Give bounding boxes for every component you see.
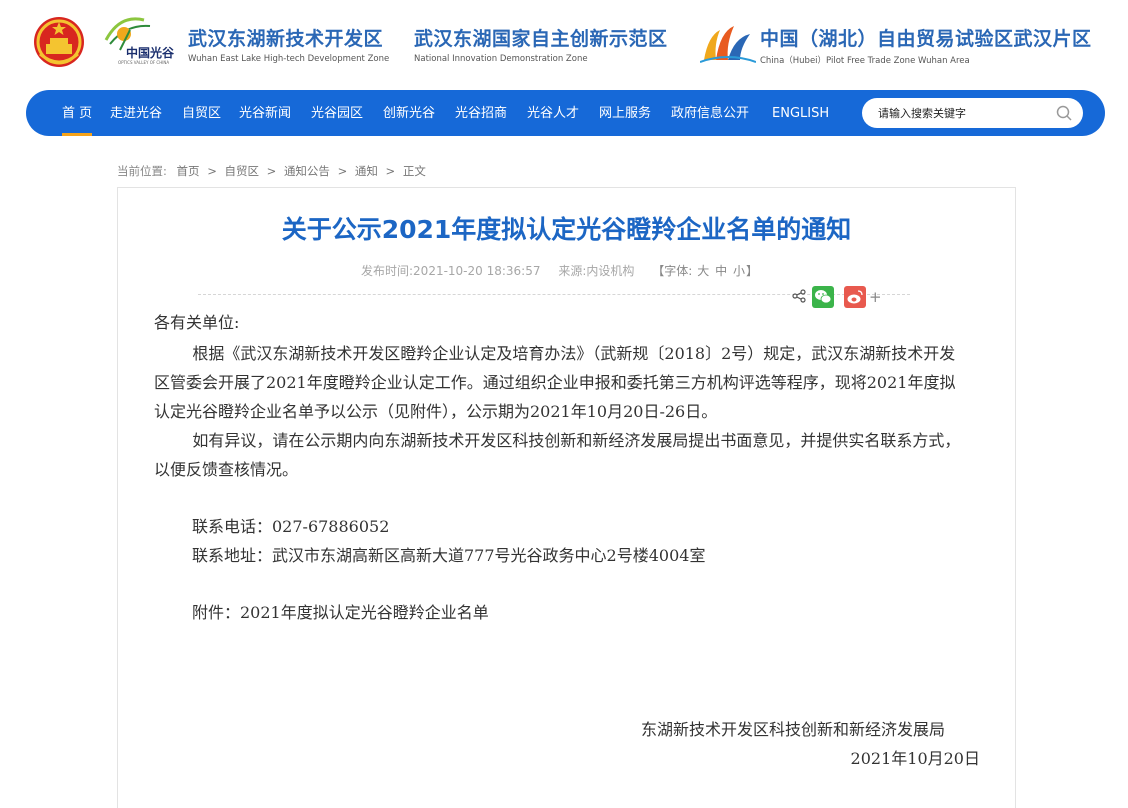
font-size-medium[interactable]: 中	[715, 264, 727, 278]
nav-item-online-service[interactable]: 网上服务	[599, 90, 651, 136]
zone-name-zh: 武汉东湖国家自主创新示范区	[414, 28, 668, 50]
body-paragraph: 根据《武汉东湖新技术开发区瞪羚企业认定及培育办法》（武新规〔2018〕2号）规定…	[154, 344, 956, 421]
wechat-share-icon[interactable]	[812, 286, 834, 308]
breadcrumb-separator: >	[207, 164, 217, 178]
breadcrumb-ftz[interactable]: 自贸区	[224, 164, 259, 178]
font-size-close: 】	[745, 264, 758, 278]
breadcrumb-separator: >	[385, 164, 396, 178]
search-icon[interactable]	[1055, 104, 1073, 122]
main-nav: 首 页 走进光谷 自贸区 光谷新闻 光谷园区 创新光谷 光谷招商 光谷人才 网上…	[26, 90, 1105, 136]
optics-valley-logo-subtext: OPTICS VALLEY OF CHINA	[118, 60, 170, 65]
nav-item-news[interactable]: 光谷新闻	[239, 90, 291, 136]
zone-name-zh: 中国（湖北）自由贸易试验区武汉片区	[760, 28, 1092, 50]
breadcrumb-notices[interactable]: 通知公告	[284, 164, 330, 178]
more-share-icon[interactable]: +	[869, 288, 882, 306]
breadcrumb-separator: >	[266, 164, 277, 178]
nav-item-english[interactable]: ENGLISH	[772, 90, 829, 136]
zone-name-zh: 武汉东湖新技术开发区	[188, 28, 384, 50]
nav-item-investment[interactable]: 光谷招商	[455, 90, 507, 136]
publish-value: 2021-10-20 18:36:57	[413, 264, 541, 278]
body-paragraph: 如有异议，请在公示期内向东湖新技术开发区科技创新和新经济发展局提出书面意见，并提…	[154, 431, 961, 479]
zone-name-en: Wuhan East Lake High-tech Development Zo…	[188, 54, 390, 64]
zone-pilot-free-trade: 中国（湖北）自由贸易试验区武汉片区 China（Hubei）Pilot Free…	[760, 24, 1092, 66]
nav-item-about[interactable]: 走进光谷	[110, 90, 162, 136]
zone-east-lake: 武汉东湖新技术开发区 Wuhan East Lake High-tech Dev…	[188, 24, 389, 64]
breadcrumb-separator: >	[337, 164, 348, 178]
publish-label: 发布时间:	[361, 264, 414, 278]
search-input[interactable]	[878, 98, 1048, 128]
article-body: 各有关单位: 根据《武汉东湖新技术开发区瞪羚企业认定及培育办法》（武新规〔201…	[154, 308, 966, 627]
breadcrumb: 当前位置: 首页 > 自贸区 > 通知公告 > 通知 > 正文	[117, 163, 426, 179]
article-meta: 发布时间:2021-10-20 18:36:57 来源:内设机构 【字体: 大 中…	[361, 262, 758, 279]
signature-org: 东湖新技术开发区科技创新和新经济发展局	[640, 720, 945, 739]
source-label: 来源:	[558, 264, 587, 278]
nav-item-parks[interactable]: 光谷园区	[311, 90, 363, 136]
font-size-small[interactable]: 小	[733, 264, 745, 278]
zone-innovation-demo: 武汉东湖国家自主创新示范区 National Innovation Demons…	[414, 24, 668, 64]
signature-date: 2021年10月20日	[850, 749, 980, 768]
nav-item-talent[interactable]: 光谷人才	[527, 90, 579, 136]
optics-valley-logo[interactable]: 中国光谷 OPTICS VALLEY OF CHINA	[100, 10, 184, 66]
contact-phone: 联系电话：027-67886052	[192, 517, 390, 536]
weibo-share-icon[interactable]	[844, 286, 866, 308]
salutation: 各有关单位:	[154, 313, 240, 332]
article-container: 关于公示2021年度拟认定光谷瞪羚企业名单的通知 发布时间:2021-10-20…	[117, 187, 1016, 808]
zone-name-en: National Innovation Demonstration Zone	[414, 54, 588, 64]
zone-name-en: China（Hubei）Pilot Free Trade Zone Wuhan …	[760, 56, 970, 66]
national-emblem-icon	[34, 17, 84, 67]
source: 来源:内设机构	[558, 264, 634, 278]
free-trade-zone-logo-icon	[700, 26, 756, 63]
nav-item-innovation[interactable]: 创新光谷	[383, 90, 435, 136]
font-size-large[interactable]: 大	[697, 264, 709, 278]
source-value: 内设机构	[586, 264, 635, 278]
optics-valley-logo-text: 中国光谷	[126, 46, 175, 60]
contact-address: 联系地址：武汉市东湖高新区高新大道777号光谷政务中心2号楼4004室	[192, 546, 706, 565]
article-title: 关于公示2021年度拟认定光谷瞪羚企业名单的通知	[281, 215, 852, 244]
breadcrumb-prefix: 当前位置:	[117, 164, 167, 178]
site-header: 中国光谷 OPTICS VALLEY OF CHINA 武汉东湖新技术开发区 W…	[0, 0, 1128, 88]
breadcrumb-notice[interactable]: 通知	[355, 164, 378, 178]
font-size-control: 【字体: 大 中 小】	[652, 264, 758, 278]
attachment-link[interactable]: 附件：2021年度拟认定光谷瞪羚企业名单	[154, 598, 966, 627]
nav-item-home[interactable]: 首 页	[62, 90, 93, 136]
nav-item-ftz[interactable]: 自贸区	[182, 90, 221, 136]
font-size-open: 【字体:	[652, 264, 693, 278]
search-box	[862, 98, 1083, 128]
breadcrumb-home[interactable]: 首页	[177, 164, 200, 178]
share-icon[interactable]	[792, 289, 806, 303]
publish-time: 发布时间:2021-10-20 18:36:57	[361, 264, 541, 278]
breadcrumb-current: 正文	[402, 164, 426, 178]
nav-item-gov-info[interactable]: 政府信息公开	[671, 90, 749, 136]
